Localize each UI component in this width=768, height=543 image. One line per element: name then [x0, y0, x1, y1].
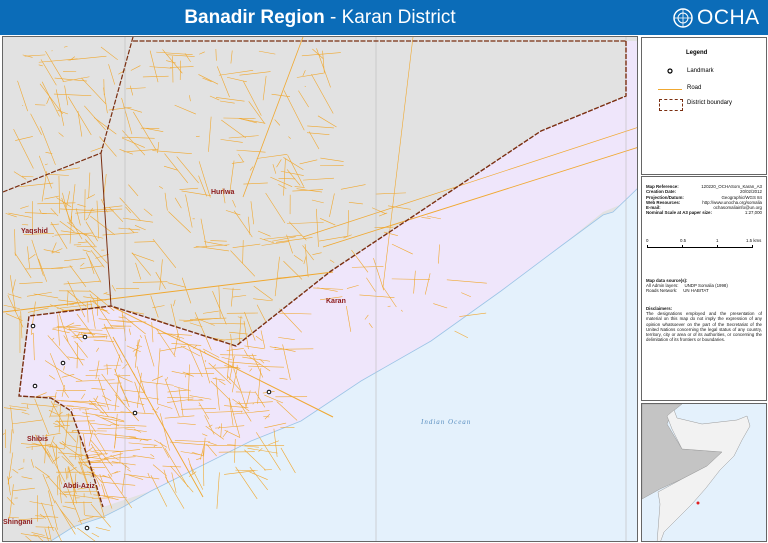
metadata-key: Nominal Scale at A3 paper size: [646, 210, 712, 216]
landmark-icon [32, 383, 38, 389]
boundary-swatch [659, 99, 683, 111]
label-abdi-aziz: Abdi-Aziz [63, 483, 95, 490]
side-panel: Legend Landmark Road District boundary M… [641, 36, 767, 542]
scale-label: 0.5 [680, 237, 687, 243]
label-shibis: Shibis [27, 436, 49, 443]
ocha-logo: OCHA [672, 6, 760, 30]
location-marker [696, 501, 700, 505]
disclaimer-title: Disclaimers: [646, 305, 673, 311]
label-shingani: Shingani [3, 519, 33, 526]
org-name: OCHA [697, 6, 760, 29]
source-value: UN HABITAT [683, 288, 709, 294]
label-hurlwa: Hurlwa [211, 189, 235, 196]
overview-inset-map [641, 403, 767, 542]
map-info-box: Map Reference: 120220_OCHASom_Karan_A3 Cre… [641, 176, 767, 401]
landmark-icon [84, 525, 90, 531]
map-title: Banadir Region - Karan District [0, 7, 640, 29]
map-metadata: Map Reference: 120220_OCHASom_Karan_A3 Cre… [646, 184, 762, 216]
header-bar: Banadir Region - Karan District OCHA [0, 0, 768, 35]
title-district: Karan District [341, 7, 456, 28]
map-canvas[interactable]: Hurlwa Yaqshid Karan Shibis Abdi-Aziz Sh… [2, 36, 638, 542]
landmark-icon [60, 360, 66, 366]
scale-label: 1.5 kms [746, 237, 762, 243]
landmark-icon [266, 389, 272, 395]
sources-title: Map data source(s): [646, 277, 688, 283]
scale-bar: 0 0.5 1 1.5 kms [646, 238, 762, 268]
legend-road: Road [687, 85, 702, 91]
label-indian-ocean: Indian Ocean [421, 418, 472, 426]
landmark-icon [30, 323, 36, 329]
label-karan: Karan [326, 298, 346, 305]
landmark-icon [132, 410, 138, 416]
scale-label: 0 [646, 237, 649, 243]
label-yaqshid: Yaqshid [21, 228, 48, 235]
title-region: Banadir Region [184, 7, 325, 28]
legend-title: Legend [686, 50, 708, 56]
map-svg [3, 37, 637, 541]
title-separator: - [324, 7, 342, 28]
scale-label: 1 [716, 237, 719, 243]
source-key: Roads Network: [646, 288, 678, 294]
landmark-icon [82, 334, 88, 340]
metadata-value: 1:27,000 [744, 210, 762, 216]
landmark-icon [667, 68, 673, 74]
legend-landmark: Landmark [687, 68, 714, 74]
somalia-inset-svg [642, 404, 766, 541]
road-swatch [658, 89, 682, 90]
metadata-row: Nominal Scale at A3 paper size: 1:27,000 [646, 210, 762, 215]
legend-district-boundary: District boundary [687, 100, 733, 106]
disclaimer-text: The designations employed and the presen… [646, 310, 762, 343]
legend-box: Legend Landmark Road District boundary [641, 37, 767, 175]
un-emblem-icon [673, 8, 693, 28]
